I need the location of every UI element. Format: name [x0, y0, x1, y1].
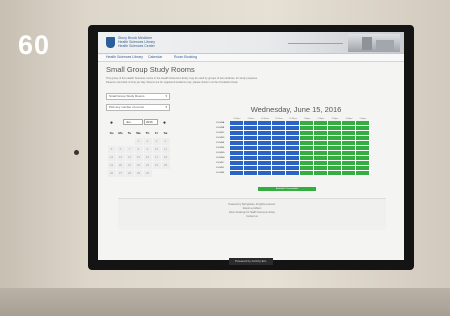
calendar-day[interactable]: 28 [125, 169, 134, 177]
calendar-day[interactable]: 24 [152, 161, 161, 169]
nav-link-room-booking[interactable]: Room Booking [174, 55, 197, 60]
intro-text-line-1: This group of five Health Sciences rooms… [106, 77, 258, 80]
mini-calendar: ● Jun 2016 ● Su Mo Tu We Th Fr Sa 1 2 3 4 5 6 7 8 9 10 11… [106, 117, 170, 185]
calendar-day[interactable]: 3 [152, 137, 161, 145]
site-banner: Stony Brook Medicine Health Sciences Lib… [98, 32, 404, 54]
calendar-empty-cell [117, 138, 125, 145]
calendar-weekday-label: Th [145, 131, 150, 135]
calendar-day[interactable]: 7 [125, 145, 134, 153]
calendar-day[interactable]: 30 [143, 169, 152, 177]
calendar-grid: Su Mo Tu We Th Fr Sa 1 2 3 4 5 6 7 8 9 10 11 12 13 14 15 16 17 1… [107, 129, 170, 177]
calendar-day[interactable]: 21 [125, 161, 134, 169]
calendar-day[interactable]: 13 [116, 153, 125, 161]
calendar-day[interactable]: 29 [134, 169, 143, 177]
schedule-date-heading: Wednesday, June 15, 2016 [250, 105, 342, 114]
calendar-day[interactable]: 20 [116, 161, 125, 169]
slot-available[interactable] [328, 171, 342, 176]
slot-available[interactable] [300, 171, 314, 176]
calendar-empty-cell [153, 170, 161, 177]
next-month-icon[interactable]: ● [163, 120, 166, 126]
availability-grid: 8:00am 9:00am 10:00am 11:00am 12:00pm 1:00pm 2… [216, 117, 370, 176]
page-title: Small Group Study Rooms [106, 65, 195, 74]
footer-line: Room bookings for Health Sciences Librar… [229, 211, 275, 214]
slot-available[interactable] [356, 171, 370, 176]
month-select[interactable]: Jun [123, 119, 143, 125]
calendar-empty-cell [162, 170, 170, 177]
slot-booked [258, 171, 272, 176]
room-count-select[interactable]: Pick any number of rooms ▾ [106, 104, 170, 111]
calendar-day[interactable]: 25 [161, 161, 170, 169]
slot-booked [272, 171, 286, 176]
slot-available[interactable] [314, 171, 328, 176]
calendar-day[interactable]: 6 [116, 145, 125, 153]
room-row: L3-045K [216, 171, 370, 176]
calendar-day[interactable]: 22 [134, 161, 143, 169]
banner-divider [288, 43, 343, 44]
page-footer: Powered by Springshare. All rights reser… [118, 198, 386, 230]
footer-line: Powered by Springshare. All rights reser… [228, 203, 276, 206]
availability-legend: Available / Unavailable [258, 187, 316, 191]
calendar-day[interactable]: 23 [143, 161, 152, 169]
room-group-select[interactable]: Small Group Study Rooms ▾ [106, 93, 170, 100]
calendar-day[interactable]: 8 [134, 145, 143, 153]
footer-link-report[interactable]: Report a problem [118, 207, 386, 210]
footer-link-contact[interactable]: Contact us [118, 215, 386, 218]
step-number: 60 [18, 30, 51, 60]
kiosk-powered-label: Powered by Grizzly Ent. [229, 258, 273, 265]
nav-link-library[interactable]: Health Sciences Library [106, 55, 143, 60]
calendar-weekday-label: Sa [163, 131, 168, 135]
monitor-screen: Stony Brook Medicine Health Sciences Lib… [98, 32, 404, 260]
wall-sensor-dot [74, 150, 79, 155]
calendar-day[interactable]: 27 [116, 169, 125, 177]
intro-text-line-2: Reserve one block of time per day. Rooms… [106, 81, 239, 84]
year-select[interactable]: 2016 [144, 119, 158, 125]
calendar-day[interactable]: 15 [134, 153, 143, 161]
nav-bar: Health Sciences Library Calendar Room Bo… [98, 54, 404, 62]
calendar-weekday-label: Tu [127, 131, 132, 135]
kiosk-base [0, 288, 450, 316]
calendar-day[interactable]: 4 [161, 137, 170, 145]
chevron-down-icon: ▾ [165, 94, 167, 98]
calendar-day[interactable]: 14 [125, 153, 134, 161]
slot-booked [286, 171, 300, 176]
banner-line-3: Health Sciences Center [118, 44, 155, 48]
calendar-day[interactable]: 2 [143, 137, 152, 145]
prev-month-icon[interactable]: ● [110, 120, 113, 126]
calendar-weekday-label: We [136, 131, 141, 135]
calendar-weekday-label: Fr [155, 131, 158, 135]
calendar-day[interactable]: 1 [134, 137, 143, 145]
calendar-day[interactable]: 18 [161, 153, 170, 161]
calendar-day[interactable]: 11 [161, 145, 170, 153]
slot-available[interactable] [342, 171, 356, 176]
calendar-day[interactable]: 17 [152, 153, 161, 161]
calendar-day[interactable]: 26 [107, 169, 116, 177]
calendar-weekday-label: Mo [118, 131, 123, 135]
university-seal-icon [106, 37, 115, 48]
room-label: L3-045K [216, 172, 225, 174]
nav-link-calendar[interactable]: Calendar [148, 55, 162, 60]
calendar-day[interactable]: 9 [143, 145, 152, 153]
room-group-select-value: Small Group Study Rooms [109, 94, 145, 98]
room-count-select-value: Pick any number of rooms [109, 105, 144, 109]
calendar-weekday-label: Su [109, 131, 114, 135]
banner-building-photo [348, 34, 400, 52]
slot-booked [244, 171, 258, 176]
chevron-down-icon: ▾ [165, 105, 167, 109]
slot-booked [230, 171, 244, 176]
calendar-day[interactable]: 12 [107, 153, 116, 161]
calendar-day[interactable]: 19 [107, 161, 116, 169]
calendar-empty-cell [108, 138, 116, 145]
calendar-day[interactable]: 16 [143, 153, 152, 161]
calendar-empty-cell [126, 138, 134, 145]
calendar-day[interactable]: 10 [152, 145, 161, 153]
calendar-day[interactable]: 5 [107, 145, 116, 153]
